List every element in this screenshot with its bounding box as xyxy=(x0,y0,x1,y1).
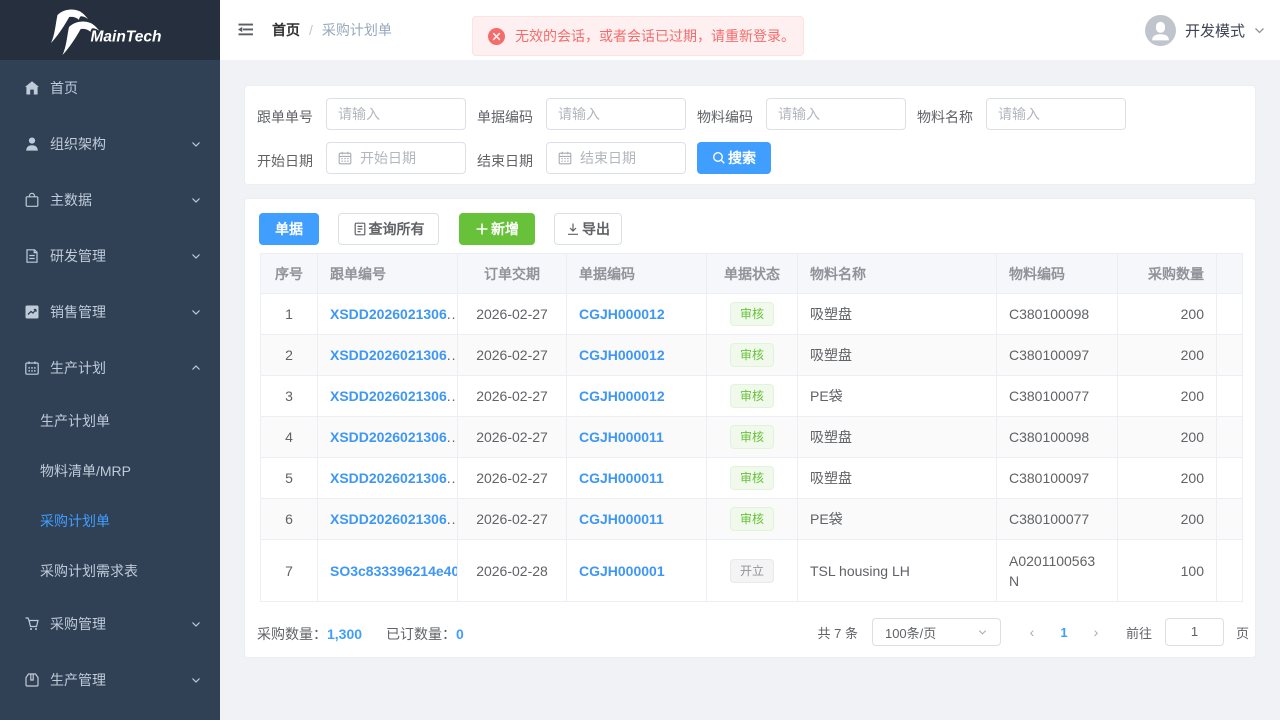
svg-text:MainTech: MainTech xyxy=(91,28,162,45)
